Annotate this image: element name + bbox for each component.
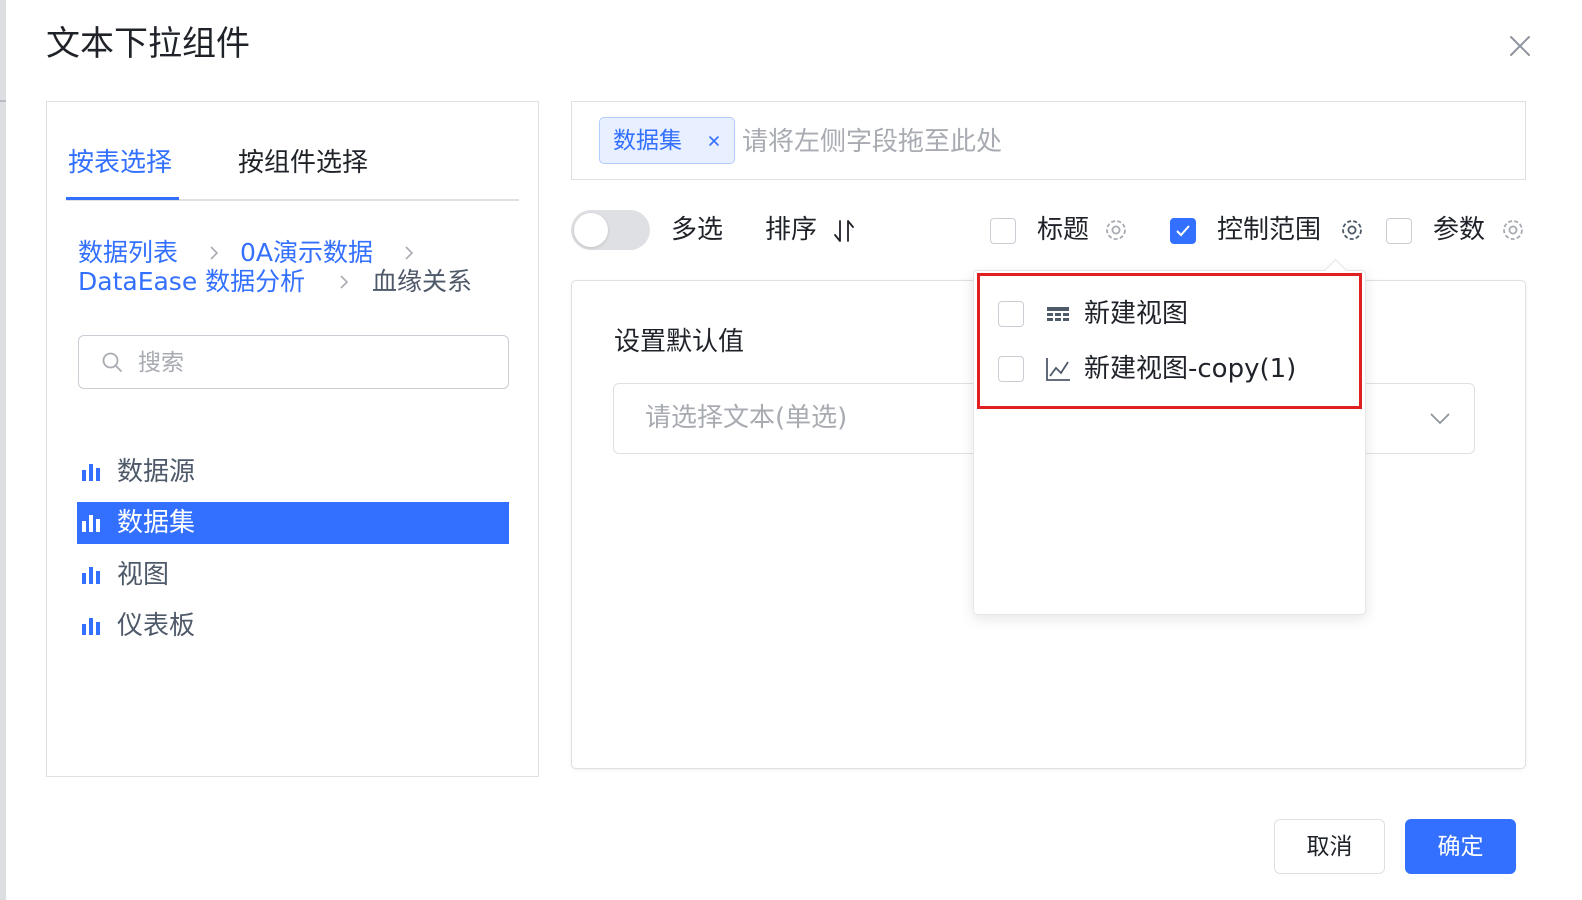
breadcrumb-item-data-list[interactable]: 数据列表 [78,237,178,269]
sort-label[interactable]: 排序 [765,210,817,250]
tree-item-label: 视图 [117,560,170,590]
chevron-down-icon[interactable] [1428,406,1452,430]
control-range-checkbox[interactable] [1170,218,1196,244]
bar-chart-icon [82,618,100,635]
dialog-title: 文本下拉组件 [46,24,250,64]
gear-icon[interactable] [1339,217,1365,243]
confirm-button[interactable]: 确定 [1405,819,1516,874]
check-icon [1176,225,1190,237]
bar-chart-icon [82,515,100,532]
params-label: 参数 [1433,215,1486,245]
tab-select-by-component[interactable]: 按组件选择 [238,143,368,183]
tree-item-dashboard[interactable]: 仪表板 [77,605,509,647]
tab-select-by-table[interactable]: 按表选择 [68,143,172,183]
gear-icon[interactable] [1500,217,1526,243]
tree-item-label: 仪表板 [117,611,196,641]
search-input[interactable] [136,341,500,385]
tree-item-label: 数据源 [117,457,196,487]
drop-hint: 请将左侧字段拖至此处 [742,127,1003,157]
breadcrumb-item-dataease-analysis[interactable]: DataEase 数据分析 [78,266,305,298]
breadcrumb-item-lineage: 血缘关系 [372,267,473,296]
chevron-right-icon [340,275,349,289]
tree-item-view[interactable]: 视图 [77,554,509,596]
breadcrumb-item-0a-demo[interactable]: 0A演示数据 [240,237,373,269]
highlight-annotation-box [977,273,1362,409]
chevron-right-icon [405,246,414,260]
window-left-edge [0,0,6,900]
close-icon[interactable] [1504,30,1536,62]
multi-select-label: 多选 [671,215,724,245]
left-panel [46,101,539,777]
bar-chart-icon [82,464,100,481]
switch-knob [574,213,608,247]
chevron-right-icon [210,246,219,260]
sort-icon[interactable] [832,218,856,244]
bar-chart-icon [82,567,100,584]
params-checkbox[interactable] [1386,218,1412,244]
tree-item-dataset[interactable]: 数据集 [77,502,509,544]
field-tag-label: 数据集 [613,128,682,154]
control-range-label: 控制范围 [1217,215,1322,245]
title-label: 标题 [1037,215,1090,245]
title-checkbox[interactable] [990,218,1016,244]
window-left-edge-mark [0,100,6,102]
search-icon [102,352,122,372]
active-tab-indicator [66,197,179,200]
gear-icon[interactable] [1103,217,1129,243]
select-placeholder: 请选择文本(单选) [645,403,848,433]
tag-close-icon[interactable] [706,133,722,149]
tree-item-datasource[interactable]: 数据源 [77,451,509,493]
default-value-label: 设置默认值 [614,327,745,357]
tree-item-label: 数据集 [117,508,196,538]
cancel-button[interactable]: 取消 [1274,819,1385,874]
